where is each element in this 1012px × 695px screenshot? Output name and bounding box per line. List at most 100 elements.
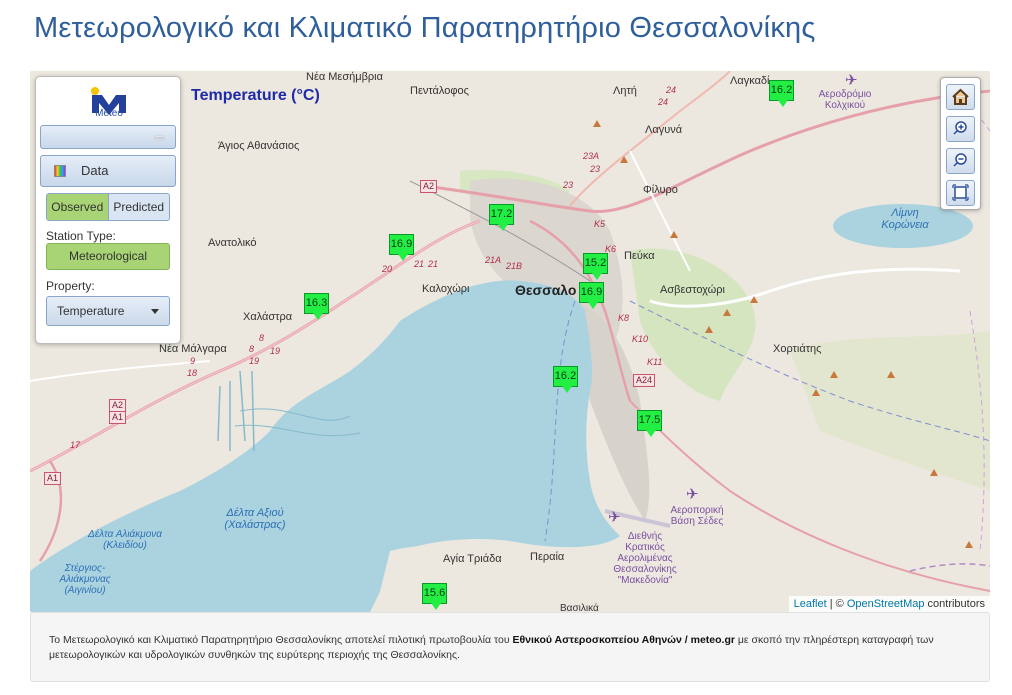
fullscreen-icon — [952, 184, 969, 201]
peak-icon — [812, 389, 820, 396]
road-shield: A2 — [420, 180, 438, 193]
label-agios-athanasios: Άγιος Αθανάσιος — [218, 140, 300, 152]
road-number: 18 — [187, 368, 198, 378]
road-number: 21 — [414, 259, 425, 269]
label-limni-koroneia: Λίμνη Κορώνεια — [881, 207, 929, 231]
road-number: 21A — [485, 255, 502, 265]
road-number: 8 — [249, 344, 255, 354]
label-stergios: Στέργιος-Αλιάκμονας (Αιγινίου) — [59, 563, 111, 596]
footer-bold: Εθνικού Αστεροσκοπείου Αθηνών / meteo.gr — [512, 634, 735, 646]
peak-icon — [670, 231, 678, 238]
station-marker[interactable]: 15.6 — [422, 583, 447, 610]
peak-icon — [750, 296, 758, 303]
zoom-in-button[interactable] — [946, 116, 975, 142]
station-type-label: Station Type: — [46, 229, 116, 243]
logo-text: Meteo — [95, 108, 123, 119]
road-number: 23A — [583, 151, 600, 161]
road-number: K10 — [632, 334, 649, 344]
peak-icon — [930, 469, 938, 476]
footer-text-before: Το Μετεωρολογικό και Κλιματικό Παρατηρητ… — [49, 634, 513, 646]
peak-icon — [830, 371, 838, 378]
map-navigation-controls — [940, 77, 981, 210]
road-number: K8 — [618, 313, 630, 323]
label-asvestochori: Ασβεστοχώρι — [660, 284, 725, 296]
label-liti: Λητή — [613, 85, 637, 97]
peak-icon — [887, 371, 895, 378]
property-select-value: Temperature — [57, 304, 125, 318]
station-marker[interactable]: 17.5 — [637, 410, 662, 437]
road-number: 23 — [563, 180, 574, 190]
leaflet-link[interactable]: Leaflet — [794, 598, 827, 610]
road-number: 20 — [382, 264, 393, 274]
label-thessaloniki: Θεσσαλο — [515, 282, 577, 298]
label-delta-aliakmona: Δέλτα Αλιάκμονα (Κλειδίου) — [88, 529, 162, 551]
label-peuka: Πεύκα — [624, 250, 655, 262]
chevron-down-icon — [151, 309, 159, 314]
property-select[interactable]: Temperature — [46, 296, 170, 326]
fullscreen-button[interactable] — [946, 180, 975, 206]
label-anatoliko: Ανατολικό — [208, 237, 257, 249]
property-label: Property: — [46, 279, 95, 293]
osm-link[interactable]: OpenStreetMap — [847, 598, 925, 610]
road-shield: A1 — [44, 472, 62, 485]
page-title: Μετεωρολογικό και Κλιματικό Παρατηρητήρι… — [34, 12, 816, 44]
road-number: 21 — [428, 259, 439, 269]
data-menu-button[interactable]: Data — [40, 155, 176, 187]
station-marker[interactable]: 15.2 — [583, 253, 608, 280]
label-pentalofos: Πεντάλοφος — [410, 85, 469, 97]
toggle-predicted[interactable]: Predicted — [109, 194, 170, 220]
label-filyro: Φίλυρο — [643, 184, 678, 196]
road-number: 24 — [666, 85, 677, 95]
peak-icon — [965, 541, 973, 548]
label-laguna: Λαγυνά — [645, 124, 683, 136]
station-marker[interactable]: 17.2 — [489, 204, 514, 231]
label-airport-kolchiko: Αεροδρόμιο Κολχικού — [818, 89, 872, 111]
label-delta-axiou: Δέλτα Αξιού (Χαλάστρας) — [224, 507, 286, 531]
label-kalochori: Καλοχώρι — [422, 283, 470, 295]
arrow-left-icon: ⇦ — [154, 130, 165, 145]
data-menu-label: Data — [81, 163, 109, 178]
station-marker[interactable]: 16.3 — [304, 293, 329, 320]
airport-icon: ✈ — [845, 72, 858, 89]
label-nea-malgara: Νέα Μάλγαρα — [159, 343, 227, 355]
map-attribution: Leaflet | © OpenStreetMap contributors — [788, 596, 990, 612]
collapse-panel-button[interactable]: ⇦ — [40, 125, 176, 149]
road-number: 19 — [270, 346, 281, 356]
road-number: 8 — [259, 333, 265, 343]
observed-predicted-toggle: Observed Predicted — [46, 193, 170, 221]
airport-icon: ✈ — [686, 486, 699, 503]
footer-description: Το Μετεωρολογικό και Κλιματικό Παρατηρητ… — [30, 612, 990, 682]
road-number: 24 — [658, 97, 669, 107]
road-shield: A24 — [633, 374, 656, 387]
peak-icon — [620, 156, 628, 163]
road-number: K5 — [594, 219, 606, 229]
peak-icon — [705, 326, 713, 333]
station-marker[interactable]: 16.2 — [769, 80, 794, 107]
map-variable-title: Temperature (°C) — [191, 87, 320, 104]
palette-icon — [54, 165, 66, 177]
home-button[interactable] — [946, 84, 975, 110]
attribution-contributors: contributors — [924, 598, 985, 610]
label-airport-makedonia: Διεθνής Κρατικός Αερολιμένας Θεσσαλονίκη… — [613, 531, 677, 586]
station-marker[interactable]: 16.9 — [579, 282, 604, 309]
label-chalastra: Χαλάστρα — [243, 311, 293, 323]
airport-icon: ✈ — [608, 509, 621, 526]
station-marker[interactable]: 16.9 — [389, 234, 414, 261]
zoom-out-button[interactable] — [946, 148, 975, 174]
station-marker[interactable]: 16.2 — [553, 366, 578, 393]
toggle-observed[interactable]: Observed — [47, 194, 109, 220]
station-type-button[interactable]: Meteorological — [46, 243, 170, 270]
label-vasilika: Βασιλικά — [560, 603, 599, 612]
road-number: 21B — [506, 261, 523, 271]
peak-icon — [723, 309, 731, 316]
road-number: 23 — [590, 164, 601, 174]
zoom-out-icon — [953, 153, 967, 167]
zoom-in-icon — [953, 121, 967, 135]
attribution-separator: | © — [826, 598, 847, 610]
home-icon — [952, 88, 969, 105]
label-lagkadikia: Λαγκαδί — [730, 75, 770, 87]
road-number: 9 — [190, 356, 196, 366]
road-number: K11 — [647, 357, 663, 367]
peak-icon — [593, 120, 601, 127]
map[interactable]: Νέα Μεσήμβρια Πεντάλοφος Λητή Λαγκαδί Λα… — [30, 71, 990, 612]
